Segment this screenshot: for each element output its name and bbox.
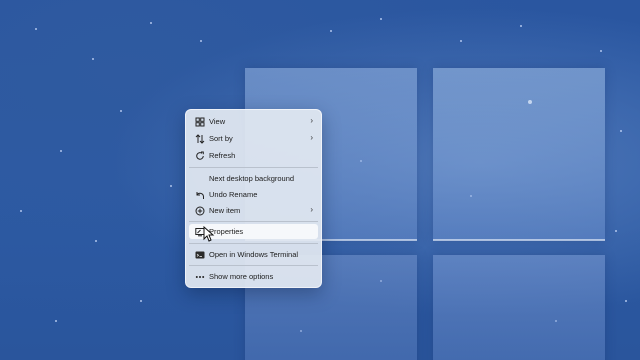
terminal-icon (195, 251, 205, 259)
grid-icon (195, 117, 205, 127)
star (35, 28, 37, 30)
star (170, 185, 172, 187)
menu-separator (189, 265, 318, 266)
star (55, 320, 57, 322)
sort-arrows-icon (195, 134, 205, 144)
star (20, 210, 22, 212)
star (520, 25, 522, 27)
chevron-right-icon: › (310, 116, 313, 125)
chevron-right-icon: › (310, 205, 313, 214)
more-icon (195, 276, 205, 278)
star (460, 40, 462, 42)
star (60, 150, 62, 152)
menu-item-refresh[interactable]: Refresh (189, 148, 318, 163)
star (330, 30, 332, 32)
menu-item-next-desktop-background[interactable]: Next desktop background (189, 171, 318, 186)
star (380, 18, 382, 20)
star (92, 58, 94, 60)
refresh-icon (196, 151, 204, 160)
star (620, 130, 622, 132)
logo-pane-top-right (433, 68, 605, 240)
menu-item-new-item[interactable]: New item › (189, 203, 318, 218)
menu-separator (189, 243, 318, 244)
star (625, 300, 627, 302)
logo-pane-edge (433, 239, 605, 241)
star (200, 40, 202, 42)
star (140, 300, 142, 302)
menu-item-label: Refresh (209, 151, 236, 160)
plus-circle-icon (195, 206, 205, 216)
menu-separator (189, 221, 318, 222)
menu-item-undo-rename[interactable]: Undo Rename (189, 187, 318, 202)
star (150, 22, 152, 24)
menu-separator (189, 167, 318, 168)
menu-item-label: Undo Rename (209, 190, 258, 199)
star (600, 50, 602, 52)
menu-item-sort-by[interactable]: Sort by › (189, 131, 318, 146)
chevron-right-icon: › (310, 133, 313, 142)
menu-item-label: New item (209, 206, 241, 215)
menu-item-label: Open in Windows Terminal (209, 250, 299, 259)
menu-item-show-more-options[interactable]: Show more options (189, 269, 318, 284)
mouse-pointer-icon (203, 226, 215, 242)
undo-icon (196, 192, 204, 199)
context-menu: View › Sort by › Refresh Next desktop ba… (185, 109, 322, 288)
star (615, 230, 617, 232)
menu-item-label: Next desktop background (209, 174, 295, 183)
menu-item-label: View (209, 117, 226, 126)
menu-item-view[interactable]: View › (189, 114, 318, 129)
menu-item-open-in-windows-terminal[interactable]: Open in Windows Terminal (189, 247, 318, 262)
logo-pane-bottom-right (433, 255, 605, 360)
star (95, 240, 97, 242)
menu-item-label: Show more options (209, 272, 274, 281)
menu-item-label: Sort by (209, 134, 233, 143)
star (120, 110, 122, 112)
